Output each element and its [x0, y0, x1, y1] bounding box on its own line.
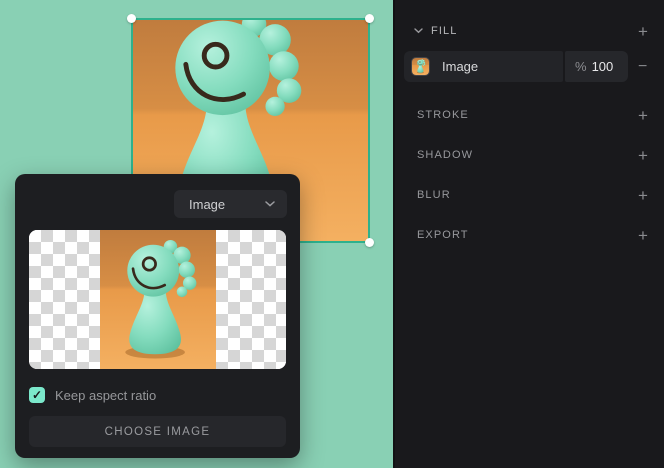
transparency-checkerboard: [216, 230, 286, 369]
chevron-down-icon: [265, 201, 275, 207]
preview-image: [100, 230, 216, 369]
fill-type-label: Image: [442, 59, 478, 74]
percent-icon: %: [575, 59, 587, 74]
remove-fill-button[interactable]: −: [638, 59, 647, 75]
section-header-fill[interactable]: FILL +: [395, 21, 664, 41]
fill-opacity-input[interactable]: % 100: [565, 51, 628, 82]
section-label-blur: BLUR: [417, 189, 451, 201]
transparency-checkerboard: [29, 230, 100, 369]
keep-aspect-ratio-checkbox[interactable]: ✓: [29, 387, 45, 403]
image-preview: [29, 230, 286, 369]
right-panel: FILL + Image % 100 − STROKE +: [393, 0, 664, 468]
section-header-export: EXPORT +: [395, 225, 664, 245]
checkmark-icon: ✓: [32, 389, 42, 401]
fill-type-dropdown[interactable]: Image: [174, 190, 287, 218]
keep-aspect-ratio-label: Keep aspect ratio: [55, 388, 156, 403]
fill-options-popup: Image ✓ Keep aspect ratio CHOOSE IMAGE: [15, 174, 300, 458]
add-shadow-button[interactable]: +: [636, 147, 650, 164]
app-window: Image ✓ Keep aspect ratio CHOOSE IMAGE: [0, 0, 664, 468]
section-header-shadow: SHADOW +: [395, 145, 664, 165]
fill-entry[interactable]: Image: [404, 51, 563, 82]
fill-type-dropdown-value: Image: [189, 197, 225, 212]
chevron-down-icon: [414, 28, 423, 34]
fill-opacity-value: 100: [592, 59, 614, 74]
section-label-stroke: STROKE: [417, 109, 469, 121]
add-blur-button[interactable]: +: [636, 187, 650, 204]
section-header-stroke: STROKE +: [395, 105, 664, 125]
add-stroke-button[interactable]: +: [636, 107, 650, 124]
selection-handle-top-left[interactable]: [127, 14, 136, 23]
section-label-fill: FILL: [431, 25, 457, 37]
keep-aspect-ratio-row[interactable]: ✓ Keep aspect ratio: [29, 387, 156, 403]
section-label-shadow: SHADOW: [417, 149, 473, 161]
selection-handle-bottom-right[interactable]: [365, 238, 374, 247]
section-label-export: EXPORT: [417, 229, 469, 241]
add-fill-button[interactable]: +: [636, 23, 650, 40]
fill-entry-row: Image % 100 −: [404, 51, 647, 82]
fill-thumbnail: [412, 58, 429, 75]
add-export-button[interactable]: +: [636, 227, 650, 244]
section-header-blur: BLUR +: [395, 185, 664, 205]
selection-handle-top-right[interactable]: [365, 14, 374, 23]
choose-image-button[interactable]: CHOOSE IMAGE: [29, 416, 286, 447]
